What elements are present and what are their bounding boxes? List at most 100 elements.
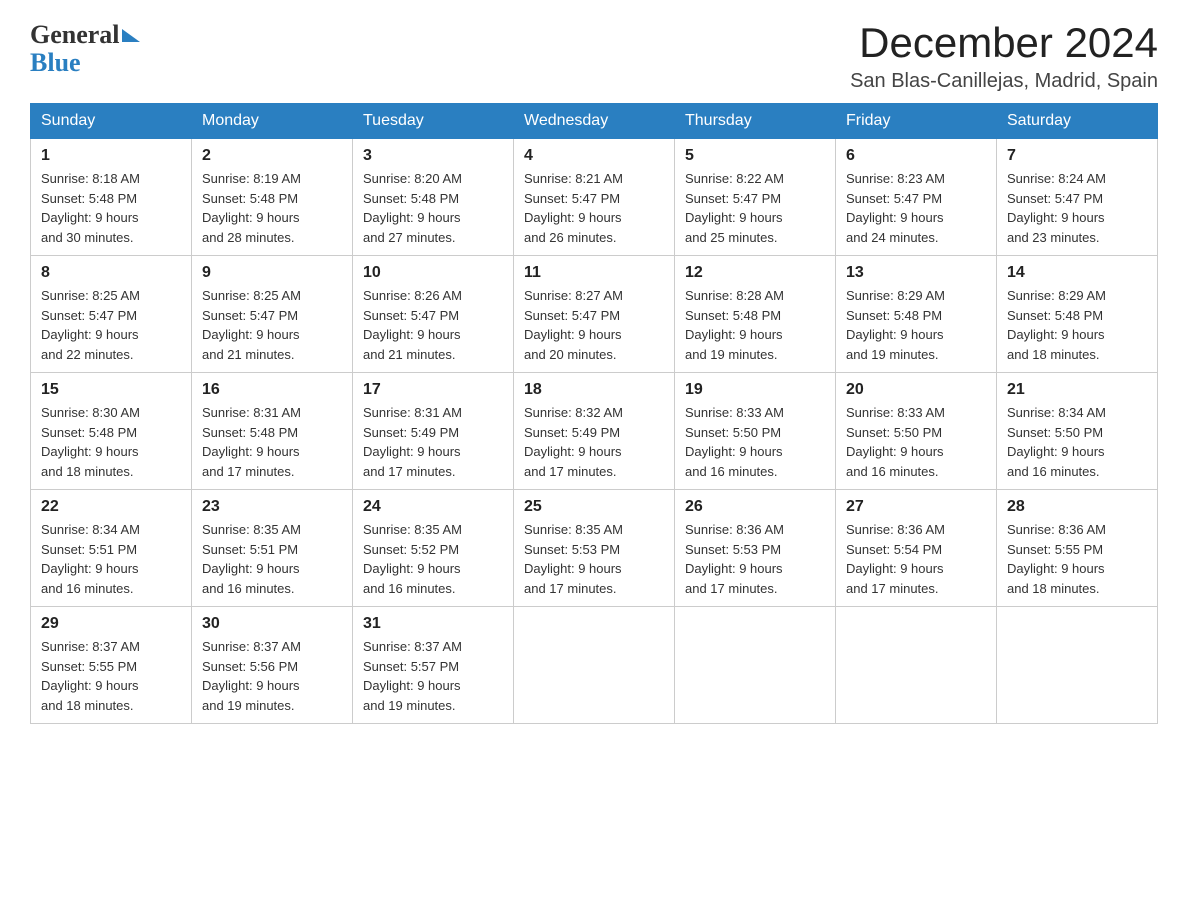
- day-info: Sunrise: 8:25 AMSunset: 5:47 PMDaylight:…: [202, 286, 342, 364]
- table-row: [836, 607, 997, 724]
- calendar-week-1: 1Sunrise: 8:18 AMSunset: 5:48 PMDaylight…: [31, 139, 1158, 256]
- table-row: 8Sunrise: 8:25 AMSunset: 5:47 PMDaylight…: [31, 256, 192, 373]
- day-number: 24: [363, 498, 503, 516]
- logo-arrow-icon: [122, 29, 140, 42]
- day-info: Sunrise: 8:33 AMSunset: 5:50 PMDaylight:…: [846, 403, 986, 481]
- day-info: Sunrise: 8:30 AMSunset: 5:48 PMDaylight:…: [41, 403, 181, 481]
- calendar-subtitle: San Blas-Canillejas, Madrid, Spain: [850, 70, 1158, 93]
- day-number: 29: [41, 615, 181, 633]
- table-row: 17 Sunrise: 8:31 AMSunset: 5:49 PMDayligh…: [353, 373, 514, 490]
- calendar-week-2: 8 Sunrise: 8:25 AMSunset: 5:47 PMDaylight…: [31, 256, 1158, 373]
- day-number: 16: [202, 381, 342, 399]
- table-row: 29 Sunrise: 8:37 AMSunset: 5:55 PMDayligh…: [31, 607, 192, 724]
- calendar-table: Sunday Monday Tuesday Wednesday Thursday…: [30, 103, 1158, 724]
- calendar-header-row: Sunday Monday Tuesday Wednesday Thursday…: [31, 104, 1158, 139]
- table-row: [997, 607, 1158, 724]
- day-number: 7: [1007, 147, 1147, 165]
- day-info: Sunrise: 8:26 AMSunset: 5:47 PMDaylight:…: [363, 286, 503, 364]
- title-block: December 2024 San Blas-Canillejas, Madri…: [850, 20, 1158, 93]
- table-row: 21Sunrise: 8:34 AMSunset: 5:50 PMDayligh…: [997, 373, 1158, 490]
- calendar-week-3: 15 Sunrise: 8:30 AMSunset: 5:48 PMDayligh…: [31, 373, 1158, 490]
- day-number: 9: [202, 264, 342, 282]
- day-number: 13: [846, 264, 986, 282]
- col-tuesday: Tuesday: [353, 104, 514, 139]
- day-number: 14: [1007, 264, 1147, 282]
- table-row: 1Sunrise: 8:18 AMSunset: 5:48 PMDaylight…: [31, 139, 192, 256]
- table-row: 5 Sunrise: 8:22 AMSunset: 5:47 PMDaylight…: [675, 139, 836, 256]
- calendar-title: December 2024: [850, 20, 1158, 66]
- table-row: 25 Sunrise: 8:35 AMSunset: 5:53 PMDayligh…: [514, 490, 675, 607]
- page-header: General Blue December 2024 San Blas-Cani…: [30, 20, 1158, 93]
- day-number: 8: [41, 264, 181, 282]
- table-row: 16 Sunrise: 8:31 AMSunset: 5:48 PMDayligh…: [192, 373, 353, 490]
- table-row: 28 Sunrise: 8:36 AMSunset: 5:55 PMDayligh…: [997, 490, 1158, 607]
- day-info: Sunrise: 8:23 AMSunset: 5:47 PMDaylight:…: [846, 169, 986, 247]
- day-number: 31: [363, 615, 503, 633]
- day-number: 19: [685, 381, 825, 399]
- table-row: 23 Sunrise: 8:35 AMSunset: 5:51 PMDayligh…: [192, 490, 353, 607]
- day-info: Sunrise: 8:27 AMSunset: 5:47 PMDaylight:…: [524, 286, 664, 364]
- day-number: 5: [685, 147, 825, 165]
- day-number: 18: [524, 381, 664, 399]
- col-wednesday: Wednesday: [514, 104, 675, 139]
- day-info: Sunrise: 8:22 AMSunset: 5:47 PMDaylight:…: [685, 169, 825, 247]
- day-info: Sunrise: 8:35 AMSunset: 5:53 PMDaylight:…: [524, 520, 664, 598]
- table-row: 18 Sunrise: 8:32 AMSunset: 5:49 PMDayligh…: [514, 373, 675, 490]
- day-number: 26: [685, 498, 825, 516]
- table-row: 6 Sunrise: 8:23 AMSunset: 5:47 PMDaylight…: [836, 139, 997, 256]
- day-info: Sunrise: 8:34 AMSunset: 5:50 PMDaylight:…: [1007, 403, 1147, 481]
- day-number: 15: [41, 381, 181, 399]
- day-number: 11: [524, 264, 664, 282]
- day-info: Sunrise: 8:36 AMSunset: 5:55 PMDaylight:…: [1007, 520, 1147, 598]
- day-info: Sunrise: 8:36 AMSunset: 5:53 PMDaylight:…: [685, 520, 825, 598]
- col-monday: Monday: [192, 104, 353, 139]
- day-number: 6: [846, 147, 986, 165]
- day-number: 30: [202, 615, 342, 633]
- table-row: 27Sunrise: 8:36 AMSunset: 5:54 PMDayligh…: [836, 490, 997, 607]
- day-number: 25: [524, 498, 664, 516]
- table-row: 31 Sunrise: 8:37 AMSunset: 5:57 PMDayligh…: [353, 607, 514, 724]
- day-number: 4: [524, 147, 664, 165]
- col-sunday: Sunday: [31, 104, 192, 139]
- table-row: 10Sunrise: 8:26 AMSunset: 5:47 PMDayligh…: [353, 256, 514, 373]
- col-friday: Friday: [836, 104, 997, 139]
- day-info: Sunrise: 8:21 AMSunset: 5:47 PMDaylight:…: [524, 169, 664, 247]
- day-number: 28: [1007, 498, 1147, 516]
- day-number: 12: [685, 264, 825, 282]
- day-number: 22: [41, 498, 181, 516]
- table-row: 3 Sunrise: 8:20 AMSunset: 5:48 PMDaylight…: [353, 139, 514, 256]
- day-number: 1: [41, 147, 181, 165]
- day-info: Sunrise: 8:36 AMSunset: 5:54 PMDaylight:…: [846, 520, 986, 598]
- day-info: Sunrise: 8:19 AMSunset: 5:48 PMDaylight:…: [202, 169, 342, 247]
- day-info: Sunrise: 8:20 AMSunset: 5:48 PMDaylight:…: [363, 169, 503, 247]
- day-number: 3: [363, 147, 503, 165]
- day-info: Sunrise: 8:29 AMSunset: 5:48 PMDaylight:…: [846, 286, 986, 364]
- day-info: Sunrise: 8:28 AMSunset: 5:48 PMDaylight:…: [685, 286, 825, 364]
- table-row: 14Sunrise: 8:29 AMSunset: 5:48 PMDayligh…: [997, 256, 1158, 373]
- table-row: 24Sunrise: 8:35 AMSunset: 5:52 PMDayligh…: [353, 490, 514, 607]
- day-info: Sunrise: 8:37 AMSunset: 5:55 PMDaylight:…: [41, 637, 181, 715]
- table-row: 20 Sunrise: 8:33 AMSunset: 5:50 PMDayligh…: [836, 373, 997, 490]
- table-row: 11 Sunrise: 8:27 AMSunset: 5:47 PMDayligh…: [514, 256, 675, 373]
- logo-blue-text: Blue: [30, 48, 81, 78]
- day-number: 17: [363, 381, 503, 399]
- table-row: 15 Sunrise: 8:30 AMSunset: 5:48 PMDayligh…: [31, 373, 192, 490]
- table-row: 13 Sunrise: 8:29 AMSunset: 5:48 PMDayligh…: [836, 256, 997, 373]
- table-row: 22 Sunrise: 8:34 AMSunset: 5:51 PMDayligh…: [31, 490, 192, 607]
- table-row: 4 Sunrise: 8:21 AMSunset: 5:47 PMDaylight…: [514, 139, 675, 256]
- day-info: Sunrise: 8:31 AMSunset: 5:48 PMDaylight:…: [202, 403, 342, 481]
- day-info: Sunrise: 8:35 AMSunset: 5:51 PMDaylight:…: [202, 520, 342, 598]
- day-info: Sunrise: 8:34 AMSunset: 5:51 PMDaylight:…: [41, 520, 181, 598]
- day-number: 20: [846, 381, 986, 399]
- day-number: 2: [202, 147, 342, 165]
- day-info: Sunrise: 8:31 AMSunset: 5:49 PMDaylight:…: [363, 403, 503, 481]
- day-info: Sunrise: 8:32 AMSunset: 5:49 PMDaylight:…: [524, 403, 664, 481]
- table-row: 26 Sunrise: 8:36 AMSunset: 5:53 PMDayligh…: [675, 490, 836, 607]
- table-row: 9 Sunrise: 8:25 AMSunset: 5:47 PMDaylight…: [192, 256, 353, 373]
- table-row: 7Sunrise: 8:24 AMSunset: 5:47 PMDaylight…: [997, 139, 1158, 256]
- day-number: 23: [202, 498, 342, 516]
- table-row: [675, 607, 836, 724]
- day-info: Sunrise: 8:37 AMSunset: 5:56 PMDaylight:…: [202, 637, 342, 715]
- day-info: Sunrise: 8:33 AMSunset: 5:50 PMDaylight:…: [685, 403, 825, 481]
- day-info: Sunrise: 8:37 AMSunset: 5:57 PMDaylight:…: [363, 637, 503, 715]
